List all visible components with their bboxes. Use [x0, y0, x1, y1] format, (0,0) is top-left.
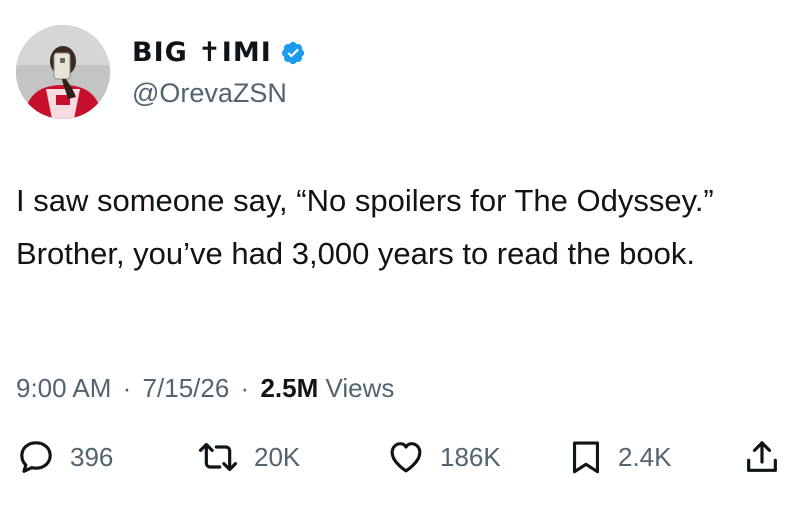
reply-count: 396 — [70, 442, 114, 472]
like-count: 186K — [440, 442, 501, 472]
tweet-meta: 9:00 AM · 7/15/26 · 2.5M Views — [16, 368, 394, 408]
repost-icon — [198, 442, 238, 472]
reply-icon — [20, 441, 52, 473]
avatar[interactable] — [16, 25, 110, 119]
repost-button[interactable]: 20K — [196, 434, 300, 480]
bookmark-count: 2.4K — [618, 442, 672, 472]
share-button[interactable] — [742, 434, 782, 480]
like-button[interactable]: 186K — [386, 434, 501, 480]
author-display-name[interactable]: BIG ✝IMI — [132, 36, 272, 70]
bookmark-button[interactable]: 2.4K — [568, 434, 672, 480]
action-bar: 396 20K 186K 2.4K — [0, 434, 800, 480]
like-icon — [390, 442, 422, 473]
repost-count: 20K — [254, 442, 301, 472]
views-label[interactable]: Views — [325, 373, 394, 403]
author-handle[interactable]: @OrevaZSN — [132, 76, 287, 110]
tweet-time[interactable]: 9:00 AM — [16, 373, 111, 403]
share-icon — [747, 441, 777, 472]
meta-separator: · — [240, 373, 250, 403]
tweet-date[interactable]: 7/15/26 — [143, 373, 230, 403]
verified-badge-icon — [281, 41, 304, 65]
tweet-text: I saw someone say, “No spoilers for The … — [16, 183, 714, 271]
author-name-row: BIG ✝IMI — [132, 36, 306, 70]
views-count[interactable]: 2.5M — [260, 373, 318, 403]
meta-separator: · — [122, 373, 132, 403]
reply-button[interactable]: 396 — [16, 434, 113, 480]
bookmark-icon — [572, 441, 600, 474]
avatar-image — [16, 25, 110, 119]
tweet-card: BIG ✝IMI @OrevaZSN I saw someone say, “N… — [0, 0, 800, 508]
